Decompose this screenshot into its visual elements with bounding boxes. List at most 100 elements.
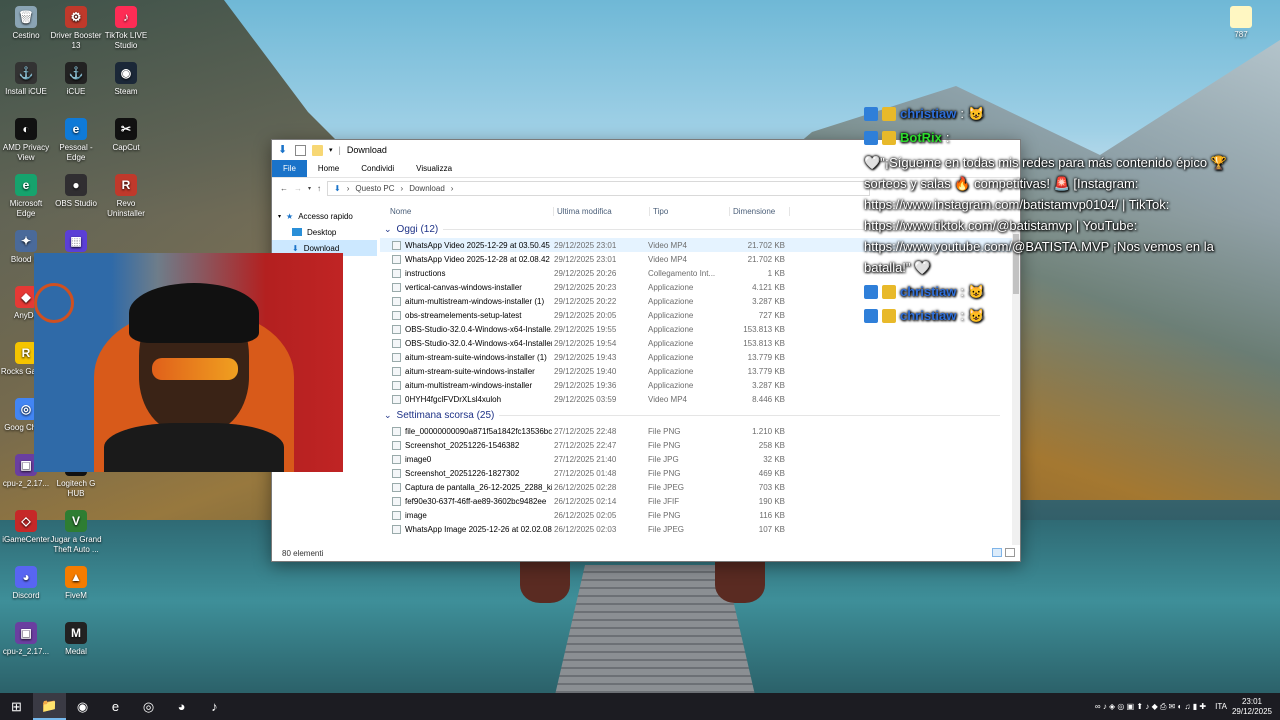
group-header[interactable]: ⌄ Settimana scorsa (25) (380, 406, 1020, 424)
desktop-icon[interactable]: ▲ FiveM (50, 566, 102, 601)
desktop-icon[interactable]: ♪ TikTok LIVE Studio (100, 6, 152, 51)
chat-separator: : (945, 130, 950, 145)
desktop-icon-label: Pessoal - Edge (59, 143, 93, 162)
file-date: 29/12/2025 03:59 (554, 394, 617, 404)
back-arrow-icon[interactable]: ← (280, 184, 288, 193)
breadcrumb-separator-icon: › (400, 183, 404, 193)
desktop-icon[interactable]: ▣ cpu-z_2.17... (0, 622, 52, 657)
file-name-cell: fef90e30-637f-46ff-ae89-3602bc9482ee (380, 496, 552, 506)
file-name: Captura de pantalla_26-12-2025_2288_kic.… (405, 482, 552, 492)
column-size[interactable]: Dimensione (730, 206, 790, 216)
tab-share[interactable]: Condividi (350, 160, 405, 177)
app-icon: R (115, 174, 137, 196)
column-modified[interactable]: Ultima modifica (554, 206, 650, 216)
chat-username[interactable]: BotRix (900, 127, 942, 148)
file-name: image (405, 510, 427, 520)
file-row[interactable]: image0 27/12/2025 21:40 File JPG 32 KB (380, 452, 1020, 466)
collapse-chevron-icon[interactable]: ⌄ (384, 224, 392, 235)
file-date: 26/12/2025 02:03 (554, 524, 617, 534)
desktop-icon[interactable]: 🗑 Cestino (0, 6, 52, 41)
new-folder-icon[interactable] (312, 144, 323, 156)
file-row[interactable]: Screenshot_20251226-1827302 27/12/2025 01… (380, 466, 1020, 480)
file-name: WhatsApp Video 2025-12-28 at 02.08.42 (405, 254, 550, 264)
desktop-icon[interactable]: M Medal (50, 622, 102, 657)
group-label: Settimana scorsa (25) (396, 409, 495, 421)
nav-desktop[interactable]: Desktop (272, 224, 377, 240)
file-row[interactable]: Screenshot_20251226-1546382 27/12/2025 22… (380, 438, 1020, 452)
taskbar-app-button[interactable]: 📁 (33, 693, 66, 720)
large-icons-view-icon[interactable] (1005, 548, 1015, 557)
star-icon: ★ (286, 211, 294, 221)
file-size: 258 KB (758, 440, 785, 450)
desktop-icon (292, 228, 302, 236)
column-type[interactable]: Tipo (650, 206, 730, 216)
desktop-icon-label: iGameCenter (2, 535, 50, 544)
file-name-cell: aitum-stream-suite-windows-installer (1) (380, 352, 552, 362)
app-icon: M (65, 622, 87, 644)
basketball-hoop (34, 283, 74, 323)
desktop-icon[interactable]: ✂ CapCut (100, 118, 152, 153)
desktop-icon[interactable]: ◕ Discord (0, 566, 52, 601)
file-icon (392, 352, 401, 362)
nav-quick-access[interactable]: ▾ ★ Accesso rapido (272, 208, 377, 224)
collapse-chevron-icon[interactable]: ⌄ (384, 410, 392, 421)
start-button[interactable]: ⊞ (0, 693, 33, 720)
taskbar-app-button[interactable]: ◉ (66, 693, 99, 720)
address-bar[interactable]: ⬇ › Questo PC › Download › (327, 180, 870, 196)
status-bar: 80 elementi (272, 545, 1020, 561)
desktop-icon[interactable]: ⚓ iCUE (50, 62, 102, 97)
desktop-icon[interactable]: ⚓ Install iCUE (0, 62, 52, 97)
chat-username[interactable]: christiaw (900, 103, 956, 124)
file-row[interactable]: 0HYH4fgclFVDrXLsl4xuloh 29/12/2025 03:59 V… (380, 392, 1020, 406)
desktop-icon[interactable]: ◇ iGameCenter (0, 510, 52, 545)
app-icon: ◐ (15, 118, 37, 140)
tray-icons[interactable]: ∞ ♪ ◈ ◎ ▣ ⬆ ♪ ◆ ⎙ ✉ ◐ ♫ ▮ ✚ (1095, 702, 1206, 712)
tab-home[interactable]: Home (307, 160, 350, 177)
expand-chevron-icon[interactable]: ▾ (278, 213, 281, 220)
taskbar-app-button[interactable]: e (99, 693, 132, 720)
file-name: OBS-Studio-32.0.4-Windows-x64-Installer (405, 338, 552, 348)
up-arrow-icon[interactable]: ↑ (317, 184, 321, 193)
chat-username[interactable]: christiaw (900, 281, 956, 302)
file-row[interactable]: Captura de pantalla_26-12-2025_2288_kic.… (380, 480, 1020, 494)
file-row[interactable]: OBS-Studio-32.0.4-Windows-x64-Installer 2… (380, 336, 1020, 350)
file-row[interactable]: fef90e30-637f-46ff-ae89-3602bc9482ee 26/1… (380, 494, 1020, 508)
quick-access-dropdown-icon[interactable]: ▾ (329, 146, 333, 154)
language-indicator[interactable]: ITA (1215, 702, 1227, 711)
desktop-icon[interactable]: ● OBS Studio (50, 174, 102, 209)
taskbar-app-button[interactable]: ◎ (132, 693, 165, 720)
breadcrumb-current[interactable]: Download (409, 184, 445, 193)
desktop-icon[interactable]: ◉ Steam (100, 62, 152, 97)
desktop-icon[interactable]: R Revo Uninstaller (100, 174, 152, 219)
details-view-icon[interactable] (992, 548, 1002, 557)
file-type: Applicazione (648, 380, 694, 390)
file-row[interactable]: image 26/12/2025 02:05 File PNG 116 KB (380, 508, 1020, 522)
tab-file[interactable]: File (272, 160, 307, 177)
file-row[interactable]: aitum-stream-suite-windows-installer 29/1… (380, 364, 1020, 378)
desktop-icon[interactable]: e Pessoal - Edge (50, 118, 102, 163)
taskbar-app-button[interactable]: ♪ (198, 693, 231, 720)
desktop-file-icon[interactable] (1230, 6, 1252, 28)
chat-username[interactable]: christiaw (900, 305, 956, 326)
desktop-icon[interactable]: ⚙ Driver Booster 13 (50, 6, 102, 51)
taskbar-app-button[interactable]: ◕ (165, 693, 198, 720)
moderator-badge-icon (864, 284, 878, 299)
file-type: Applicazione (648, 352, 694, 362)
tab-view[interactable]: Visualizza (405, 160, 463, 177)
forward-arrow-icon[interactable]: → (294, 184, 302, 193)
file-row[interactable]: aitum-multistream-windows-installer 29/12… (380, 378, 1020, 392)
breadcrumb-root[interactable]: Questo PC (355, 184, 394, 193)
desktop-icon[interactable]: ▦ (50, 230, 102, 255)
file-row[interactable]: WhatsApp Image 2025-12-26 at 02.02.08 26/… (380, 522, 1020, 536)
clock[interactable]: 23:01 29/12/2025 (1232, 697, 1272, 717)
file-row[interactable]: file_00000000090a871f5a1842fc13536bc5e 27… (380, 424, 1020, 438)
file-size: 107 KB (758, 524, 785, 534)
desktop-icon[interactable]: ◐ AMD Privacy View (0, 118, 52, 163)
desktop-icon[interactable]: e Microsoft Edge (0, 174, 52, 219)
column-name[interactable]: Nome (380, 206, 554, 216)
window-title: Download (346, 145, 387, 155)
properties-icon[interactable] (295, 144, 306, 156)
recent-locations-icon[interactable]: ▾ (308, 185, 311, 192)
file-row[interactable]: aitum-stream-suite-windows-installer (1)… (380, 350, 1020, 364)
desktop-icon[interactable]: V Jugar a Grand Theft Auto ... (50, 510, 102, 555)
